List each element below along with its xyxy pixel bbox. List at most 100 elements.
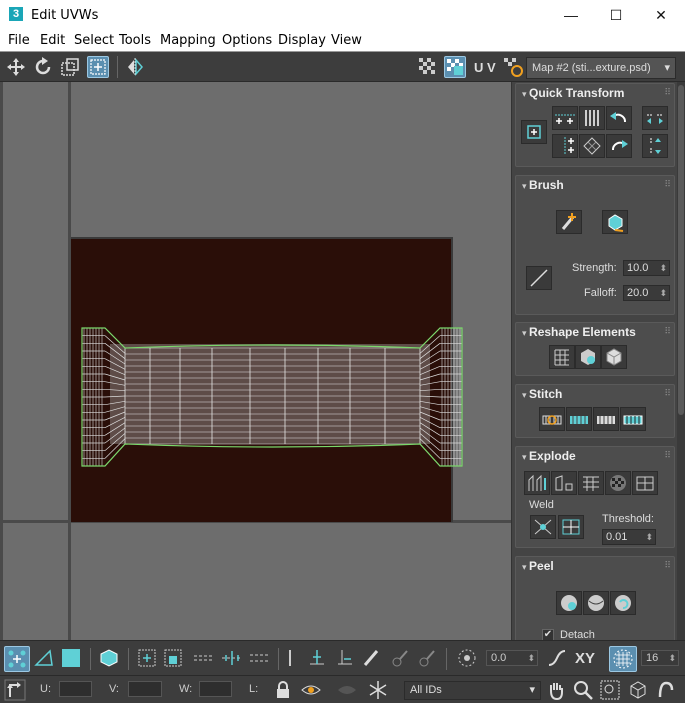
menu-file[interactable]: File [8,33,30,48]
pan-hand-icon[interactable] [545,679,567,701]
grid-count-field[interactable]: 16 ⬍ [641,650,679,666]
checker-pattern-icon[interactable] [417,56,439,78]
zoom-region-icon[interactable] [599,679,621,701]
edge-loop-icon[interactable] [248,647,272,669]
reset-peel-icon[interactable] [610,591,636,615]
set-pivot-icon[interactable] [521,120,547,144]
uv-axis-label[interactable]: U V [474,60,496,75]
uv-mesh[interactable] [0,82,511,640]
space-vertical-icon[interactable] [579,106,605,130]
menu-options[interactable]: Options [222,33,272,48]
stitch-to-source-icon[interactable] [566,407,592,431]
paint-shrink-icon[interactable] [416,647,438,669]
map-options-icon[interactable] [502,56,524,78]
flatten-by-material-icon[interactable] [605,471,631,495]
material-id-select[interactable]: All IDs ▾ [404,681,541,700]
grid-straighten-icon[interactable] [549,345,575,369]
open-edge-icon[interactable] [284,647,296,669]
reshape-title[interactable]: Reshape Elements [522,325,636,339]
align-vertical-icon[interactable] [552,134,578,158]
absolute-offset-icon[interactable] [4,679,26,701]
freeze-icon[interactable] [367,679,389,701]
loop-select-icon[interactable] [192,647,216,669]
grow-selection-icon[interactable] [136,647,158,669]
peel-title[interactable]: Peel [522,559,554,573]
falloff-spinner[interactable]: 20.0 [623,285,670,301]
menu-display[interactable]: Display [278,33,326,48]
quick-transform-title[interactable]: Quick Transform [522,86,624,100]
stitch-average-icon[interactable] [593,407,619,431]
menu-mapping[interactable]: Mapping [160,33,216,48]
edge-select-icon[interactable] [33,647,55,669]
flip-vertical-icon[interactable] [642,134,668,158]
quick-peel-icon[interactable] [556,591,582,615]
straighten-icon[interactable] [579,134,605,158]
weld-selected-icon[interactable] [558,515,584,539]
shrink-selection-icon[interactable] [162,647,184,669]
flip-horizontal-icon[interactable] [642,106,668,130]
mirror-tool-icon[interactable] [124,56,146,78]
snap-toggle-icon[interactable] [655,679,677,701]
move-tool-icon[interactable] [5,56,27,78]
brush-falloff-icon[interactable] [526,266,552,290]
strength-spinner[interactable]: 10.0 [623,260,670,276]
close-button[interactable]: ✕ [638,0,684,30]
paint-grow-icon[interactable] [389,647,411,669]
map-select[interactable]: Map #2 (sti...exture.psd) ▾ [526,57,676,79]
relax-element-icon[interactable] [575,345,601,369]
break-icon[interactable] [524,471,550,495]
menu-select[interactable]: Select [74,33,114,48]
paint-move-icon[interactable] [556,210,582,234]
rotation-angle-field[interactable]: 0.0 ⬍ [486,650,538,666]
flatten-by-face-icon[interactable] [578,471,604,495]
soft-selection-icon[interactable] [456,647,478,669]
explode-title[interactable]: Explode [522,449,576,463]
menu-view[interactable]: View [331,33,362,48]
hide-icon[interactable] [300,679,322,701]
detach-checkbox[interactable]: ✔ [542,629,554,640]
edge-loop-add-icon[interactable] [306,647,328,669]
align-horizontal-icon[interactable] [552,106,578,130]
face-select-icon[interactable] [60,647,82,669]
scrollbar-thumb[interactable] [678,85,684,415]
brush-title[interactable]: Brush [522,178,564,192]
zoom-extents-icon[interactable] [627,679,649,701]
unhide-icon[interactable] [336,679,358,701]
lock-icon[interactable] [272,679,294,701]
flatten-by-smoothing-icon[interactable] [632,471,658,495]
edge-loop-remove-icon[interactable] [334,647,356,669]
scale-tool-icon[interactable] [59,56,81,78]
rotate-ccw-icon[interactable] [606,106,632,130]
grid-snap-icon[interactable] [609,646,637,672]
w-field[interactable] [199,681,232,697]
u-field[interactable] [59,681,92,697]
detach-edge-icon[interactable] [551,471,577,495]
zoom-icon[interactable] [572,679,594,701]
peel-mode-icon[interactable] [583,591,609,615]
panel-scrollbar[interactable] [677,82,685,640]
weld-target-icon[interactable] [530,515,556,539]
ring-select-icon[interactable] [220,647,244,669]
threshold-spinner[interactable]: 0.01 [602,529,656,545]
relax-brush-icon[interactable] [602,210,628,234]
vertex-select-icon[interactable] [4,646,30,672]
v-field[interactable] [128,681,162,697]
show-map-icon[interactable] [444,56,466,78]
falloff-curve-icon[interactable] [546,647,568,669]
maximize-button[interactable]: ☐ [593,0,639,30]
xy-space-label[interactable]: XY [575,650,595,667]
stitch-title[interactable]: Stitch [522,387,562,401]
element-select-icon[interactable] [98,647,120,669]
rotate-cw-icon[interactable] [606,134,632,158]
rotate-tool-icon[interactable] [32,56,54,78]
uv-viewport[interactable] [0,82,511,640]
strength-label: Strength: [572,262,617,274]
paint-select-icon[interactable] [361,647,383,669]
minimize-button[interactable]: — [548,0,594,30]
stitch-to-target-button-icon[interactable] [620,407,646,431]
menu-tools[interactable]: Tools [119,33,151,48]
stitch-to-target-icon[interactable] [601,345,627,369]
stitch-custom-icon[interactable] [539,407,565,431]
freeform-tool-icon[interactable] [87,56,109,78]
menu-edit[interactable]: Edit [40,33,65,48]
